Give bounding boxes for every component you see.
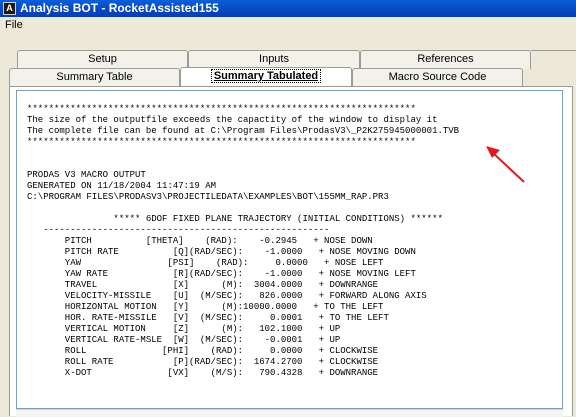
table-row: TRAVEL [X] (M): 3004.0000 + DOWNRANGE [27, 280, 379, 290]
menu-bar: File [0, 17, 576, 33]
menu-file[interactable]: File [5, 18, 23, 32]
tab-row-filler [531, 50, 576, 69]
table-row: YAW [PSI] (RAD): 0.0000 + NOSE LEFT [27, 258, 384, 268]
generated-line: GENERATED ON 11/18/2004 11:47:19 AM [27, 181, 217, 191]
tab-macro-source-code[interactable]: Macro Source Code [352, 68, 523, 87]
table-row: ROLL [PHI] (RAD): 0.0000 + CLOCKWISE [27, 346, 379, 356]
section-title: ***** 6DOF FIXED PLANE TRAJECTORY (INITI… [27, 214, 443, 224]
arrow-shaft [491, 151, 525, 183]
separator-line: ****************************************… [27, 137, 416, 147]
output-text: ****************************************… [27, 104, 459, 379]
notice-line-2: The complete file can be found at C:\Pro… [27, 126, 460, 136]
separator-line: ****************************************… [27, 104, 416, 114]
notice-line-1: The size of the outputfile exceeds the c… [27, 115, 438, 125]
section-rule: ----------------------------------------… [27, 225, 330, 235]
table-row: HOR. RATE-MISSILE [V] (M/SEC): 0.0001 + … [27, 313, 389, 323]
table-row: ROLL RATE [P](RAD/SEC): 1674.2700 + CLOC… [27, 357, 379, 367]
macro-title: PRODAS V3 MACRO OUTPUT [27, 170, 146, 180]
table-row: VERTICAL MOTION [Z] (M): 102.1000 + UP [27, 324, 341, 334]
table-row: PITCH [THETA] (RAD): -0.2945 + NOSE DOWN [27, 236, 373, 246]
table-row: VELOCITY-MISSILE [U] (M/SEC): 826.0000 +… [27, 291, 427, 301]
table-row: HORIZONTAL MOTION [Y] (M):10000.0000 + T… [27, 302, 384, 312]
table-row: X-DOT [VX] (M/S): 790.4328 + DOWNRANGE [27, 368, 379, 378]
tab-summary-table[interactable]: Summary Table [9, 68, 180, 87]
table-row: PITCH RATE [Q](RAD/SEC): -1.0000 + NOSE … [27, 247, 416, 257]
title-bar: A Analysis BOT - RocketAssisted155 [0, 0, 576, 17]
red-arrow-annotation [486, 146, 525, 183]
file-path-line: C:\PROGRAM FILES\PRODASV3\PROJECTILEDATA… [27, 192, 389, 202]
app-icon: A [3, 2, 16, 15]
tab-inputs-label: Inputs [259, 53, 289, 65]
tab-references[interactable]: References [360, 50, 531, 69]
tab-references-label: References [417, 53, 474, 65]
window-title: Analysis BOT - RocketAssisted155 [20, 1, 219, 15]
tab-summary-table-label: Summary Table [56, 71, 133, 83]
tab-summary-tabulated-label: Summary Tabulated [210, 69, 322, 83]
tab-summary-tabulated[interactable]: Summary Tabulated [180, 67, 352, 87]
tab-setup-label: Setup [88, 53, 117, 65]
tab-macro-source-code-label: Macro Source Code [388, 71, 487, 83]
table-row: VERTICAL RATE-MSLE [W] (M/SEC): -0.0001 … [27, 335, 341, 345]
table-row: YAW RATE [R](RAD/SEC): -1.0000 + NOSE MO… [27, 269, 416, 279]
tab-setup[interactable]: Setup [17, 50, 188, 69]
